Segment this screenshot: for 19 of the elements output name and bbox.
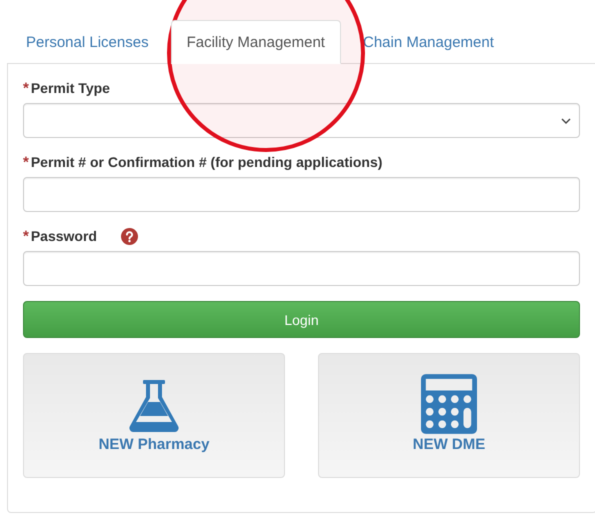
- flask-icon: [129, 380, 179, 434]
- login-button[interactable]: Login: [23, 301, 580, 338]
- help-icon[interactable]: [120, 228, 138, 244]
- tab[interactable]: Facility Management: [170, 20, 341, 64]
- tile-button[interactable]: NEW Pharmacy: [23, 353, 285, 478]
- input-field[interactable]: [23, 177, 580, 212]
- password-field[interactable]: [23, 251, 580, 286]
- chevron-down-icon: [561, 118, 571, 124]
- field-label: Permit Type: [30, 80, 110, 96]
- tab[interactable]: Chain Management: [346, 20, 510, 64]
- field-label: Password: [30, 228, 97, 244]
- required-mark: *: [23, 228, 29, 244]
- tile-button[interactable]: NEW DME: [318, 353, 580, 478]
- select-field[interactable]: [23, 103, 580, 138]
- calculator-icon: [421, 374, 477, 434]
- required-mark: *: [23, 154, 29, 170]
- tab[interactable]: Personal Licenses: [10, 20, 165, 64]
- field-label: Permit # or Confirmation # (for pending applications): [30, 154, 382, 170]
- required-mark: *: [23, 80, 29, 96]
